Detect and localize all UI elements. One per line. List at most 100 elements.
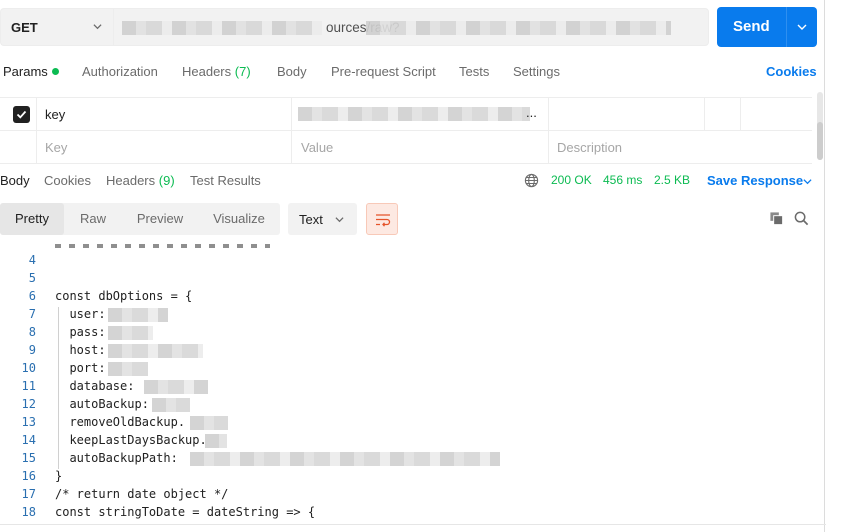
code-text: } [55, 469, 63, 483]
code-text: removeOldBackup. [55, 415, 186, 429]
tab-headers-label: Headers [182, 64, 232, 79]
chevron-down-icon[interactable] [797, 22, 807, 32]
code-text: /* return date object */ [55, 487, 229, 501]
chevron-down-icon[interactable] [803, 177, 812, 186]
redacted-value [108, 344, 203, 358]
code-text: database: [55, 379, 135, 393]
format-select[interactable]: Text [288, 203, 357, 235]
check-icon [16, 110, 27, 119]
status-code[interactable]: 200 OK [551, 173, 592, 187]
tab-response-body[interactable]: Body [0, 173, 30, 188]
tab-headers[interactable]: Headers (7) [182, 64, 251, 79]
tab-settings[interactable]: Settings [513, 64, 560, 79]
scrollbar-thumb[interactable] [817, 122, 823, 160]
redacted-value [152, 398, 190, 412]
response-body-editor[interactable]: 4 5 6 const dbOptions = {7 user: 8 pass: 9 ho… [0, 244, 812, 524]
send-divider [786, 7, 787, 47]
code-text: host: [55, 343, 106, 357]
line-number: 14 [21, 433, 36, 447]
code-text: keepLastDaysBackup. [55, 433, 207, 447]
tab-authorization[interactable]: Authorization [82, 64, 158, 79]
code-line: 17 /* return date object */ [0, 486, 812, 504]
code-text: const stringToDate = dateString => { [55, 505, 316, 519]
globe-icon[interactable] [524, 173, 539, 188]
line-number: 9 [28, 343, 36, 357]
param-checkbox-cell [0, 98, 37, 131]
redacted-value [190, 452, 500, 466]
line-number: 8 [28, 325, 36, 339]
key-field[interactable]: Key [37, 131, 292, 164]
save-response-button[interactable]: Save Response [707, 173, 803, 188]
code-line: 13 removeOldBackup. [0, 414, 812, 432]
param-value-ellipsis: ... [526, 105, 537, 120]
line-number: 16 [21, 469, 36, 483]
wrap-lines-button[interactable] [366, 203, 398, 235]
view-visualize[interactable]: Visualize [198, 203, 280, 235]
tab-response-headers-label: Headers [106, 173, 156, 188]
params-table: key ... Key Value Description [0, 97, 812, 164]
redacted-url-prefix [122, 21, 322, 35]
param-value-cell[interactable]: ... [292, 98, 549, 131]
chevron-down-icon [335, 217, 344, 223]
line-number: 10 [21, 361, 36, 375]
line-number: 7 [28, 307, 36, 321]
redacted-value [190, 416, 228, 430]
tab-response-cookies[interactable]: Cookies [44, 173, 91, 188]
wrap-lines-icon [376, 214, 391, 227]
description-field[interactable]: Description [549, 131, 812, 164]
param-checkbox[interactable] [13, 106, 30, 123]
params-scrollbar[interactable] [817, 92, 823, 160]
param-key-cell[interactable]: key [37, 98, 292, 131]
code-line: 14 keepLastDaysBackup. [0, 432, 812, 450]
tab-response-headers[interactable]: Headers (9) [106, 173, 175, 188]
value-field[interactable]: Value [292, 131, 549, 164]
line-number: 15 [21, 451, 36, 465]
cookies-link[interactable]: Cookies [766, 64, 817, 79]
redacted-param-value [298, 107, 530, 121]
response-tabs: Body Cookies Headers (9) Test Results 20… [0, 166, 826, 196]
code-line: 6 const dbOptions = { [0, 288, 812, 306]
code-text: pass: [55, 325, 106, 339]
param-description-cell[interactable] [549, 98, 705, 131]
send-button[interactable]: Send [717, 7, 817, 47]
code-text: const dbOptions = { [55, 289, 193, 303]
response-time[interactable]: 456 ms [603, 173, 642, 187]
line-number: 18 [21, 505, 36, 519]
line-number: 13 [21, 415, 36, 429]
response-size[interactable]: 2.5 KB [654, 173, 690, 187]
code-line: 16} [0, 468, 812, 486]
indent-guide [58, 307, 59, 469]
copy-icon[interactable] [769, 211, 784, 226]
table-row: key ... [0, 98, 812, 131]
search-icon[interactable] [794, 211, 809, 226]
send-label: Send [733, 18, 770, 35]
url-input[interactable]: ources/raw? [113, 8, 709, 46]
redacted-value [144, 380, 208, 394]
param-key: key [45, 107, 66, 122]
request-tabs: Params Authorization Headers (7) Body Pr… [0, 55, 826, 91]
method-select[interactable]: GET [0, 8, 113, 46]
code-line: 18 const stringToDate = dateString => { [0, 504, 812, 522]
view-mode-selector: Pretty Raw Preview Visualize [0, 203, 280, 235]
redacted-value [108, 308, 168, 322]
headers-count: (7) [234, 64, 251, 79]
method-label: GET [11, 20, 38, 35]
response-view-toolbar: Pretty Raw Preview Visualize Text [0, 203, 826, 237]
view-pretty[interactable]: Pretty [0, 203, 64, 235]
redacted-value [108, 362, 148, 376]
code-text: autoBackupPath: [55, 451, 178, 465]
tab-tests[interactable]: Tests [459, 64, 489, 79]
tab-body[interactable]: Body [277, 64, 307, 79]
redacted-url-suffix [366, 21, 671, 35]
code-line: 5 [0, 270, 812, 288]
tab-test-results[interactable]: Test Results [190, 173, 261, 188]
tab-params[interactable]: Params [3, 64, 59, 79]
chevron-down-icon [93, 24, 102, 30]
view-raw[interactable]: Raw [64, 203, 122, 235]
tab-prerequest-script[interactable]: Pre-request Script [331, 64, 436, 79]
view-preview[interactable]: Preview [122, 203, 198, 235]
code-line: 11 database: [0, 378, 812, 396]
params-active-dot [51, 68, 59, 75]
param-extra-cell [705, 98, 741, 131]
line-number: 12 [21, 397, 36, 411]
